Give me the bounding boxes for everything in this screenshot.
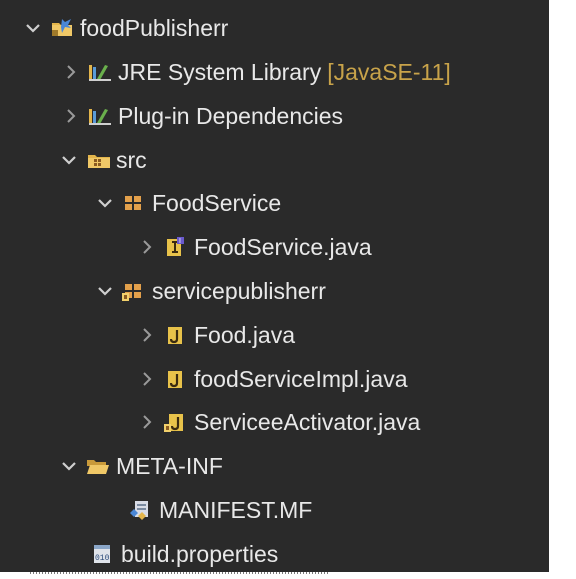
- tree-item-file-food-java[interactable]: Food.java: [0, 313, 549, 357]
- window-edge: [549, 0, 576, 579]
- build-properties-label: build.properties: [121, 540, 279, 567]
- interface-file-icon: I: [164, 236, 186, 258]
- focus-dotted-border: [30, 572, 330, 574]
- manifest-file-icon: [129, 499, 151, 521]
- file-food-label: Food.java: [194, 321, 296, 348]
- meta-inf-label: META-INF: [116, 452, 223, 479]
- tree-item-file-foodservice-java[interactable]: I FoodService.java: [0, 225, 549, 269]
- java-file-icon: [164, 324, 186, 346]
- src-label: src: [116, 146, 147, 173]
- manifest-label: MANIFEST.MF: [159, 496, 313, 523]
- chevron-down-icon[interactable]: [62, 148, 76, 172]
- package-foodservice-label: FoodService: [152, 189, 282, 216]
- tree-item-project[interactable]: foodPublisherr: [0, 6, 549, 50]
- jre-label: JRE System Library: [118, 58, 322, 85]
- file-serviceeactivator-label: ServiceeActivator.java: [194, 408, 421, 435]
- library-icon: [88, 61, 111, 83]
- library-icon: [88, 105, 111, 127]
- tree-item-file-foodserviceimpl-java[interactable]: foodServiceImpl.java: [0, 357, 549, 401]
- package-servicepublisherr-label: servicepublisherr: [152, 277, 326, 304]
- chevron-right-icon[interactable]: [140, 235, 154, 259]
- svg-text:I: I: [179, 238, 181, 245]
- tree-item-package-foodservice[interactable]: FoodService: [0, 181, 549, 225]
- plugin-project-icon: [50, 17, 72, 39]
- plugin-deps-label: Plug-in Dependencies: [118, 102, 344, 129]
- tree-item-meta-inf[interactable]: META-INF: [0, 444, 549, 488]
- tree-item-jre-system-library[interactable]: JRE System Library [JavaSE-11]: [0, 50, 549, 94]
- project-label: foodPublisherr: [80, 14, 229, 41]
- open-folder-icon: [86, 455, 109, 477]
- chevron-right-icon[interactable]: [140, 410, 154, 434]
- tree-item-package-servicepublisherr[interactable]: servicepublisherr: [0, 269, 549, 313]
- chevron-down-icon[interactable]: [26, 16, 40, 40]
- chevron-right-icon[interactable]: [64, 60, 78, 84]
- package-icon: [122, 192, 144, 214]
- package-icon: [122, 280, 144, 302]
- tree-item-plugin-dependencies[interactable]: Plug-in Dependencies: [0, 94, 549, 138]
- source-folder-icon: [86, 149, 110, 171]
- chevron-down-icon[interactable]: [98, 279, 112, 303]
- chevron-right-icon[interactable]: [140, 323, 154, 347]
- java-file-icon: [164, 368, 186, 390]
- properties-file-icon: 010: [91, 543, 113, 565]
- java-file-warning-icon: [164, 411, 186, 433]
- tree-item-src[interactable]: src: [0, 138, 549, 182]
- chevron-right-icon[interactable]: [64, 104, 78, 128]
- chevron-down-icon[interactable]: [98, 191, 112, 215]
- file-foodservice-label: FoodService.java: [194, 233, 372, 260]
- svg-text:010: 010: [95, 554, 110, 563]
- tree-item-file-serviceeactivator-java[interactable]: ServiceeActivator.java: [0, 400, 549, 444]
- project-explorer-tree: foodPublisherr JRE System Library [JavaS…: [0, 0, 549, 572]
- tree-item-build-properties[interactable]: 010 build.properties: [0, 532, 549, 576]
- chevron-right-icon[interactable]: [140, 367, 154, 391]
- tree-item-manifest-mf[interactable]: MANIFEST.MF: [0, 488, 549, 532]
- chevron-down-icon[interactable]: [62, 454, 76, 478]
- file-foodserviceimpl-label: foodServiceImpl.java: [194, 365, 408, 392]
- jre-version-decoration: [JavaSE-11]: [327, 58, 451, 85]
